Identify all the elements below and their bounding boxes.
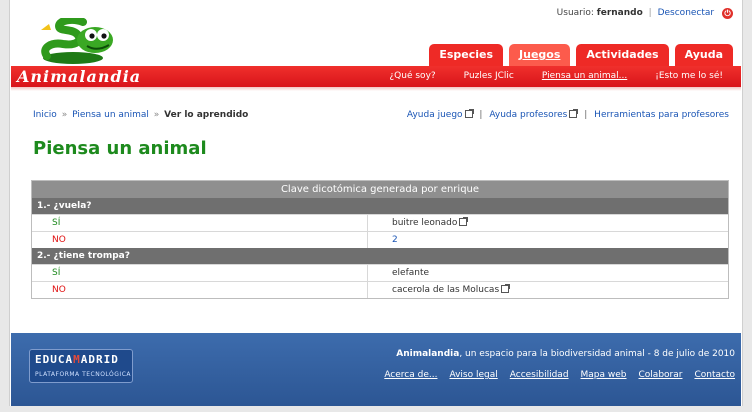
footer-links: Acerca de... Aviso legal Accesibilidad M…	[384, 370, 735, 380]
external-link-icon	[464, 109, 474, 118]
table-row: SÍ elefante	[32, 264, 728, 281]
teacher-tools-link[interactable]: Herramientas para profesores	[594, 110, 729, 120]
result-animal-link[interactable]: buitre leonado	[392, 218, 457, 228]
question-row: 2.- ¿tiene trompa?	[32, 248, 728, 264]
separator: |	[584, 110, 588, 120]
result-animal-text: elefante	[392, 268, 430, 278]
breadcrumb: Inicio » Piensa un animal » Ver lo apren…	[33, 110, 248, 120]
external-link-icon	[459, 217, 469, 226]
question-row: 1.- ¿vuela?	[32, 198, 728, 214]
footer-link-collaborate[interactable]: Colaborar	[639, 370, 683, 380]
table-row: SÍ buitre leonado	[32, 214, 728, 231]
result-cell: buitre leonado	[368, 215, 469, 231]
table-caption: Clave dicotómica generada por enrique	[32, 181, 728, 198]
footer-link-sitemap[interactable]: Mapa web	[581, 370, 627, 380]
user-status: Usuario: fernando | Desconectar ⏻	[557, 8, 733, 19]
breadcrumb-section[interactable]: Piensa un animal	[72, 110, 149, 120]
snake-logo[interactable]	[37, 18, 121, 66]
tab-juegos[interactable]: Juegos	[509, 44, 571, 66]
footer-link-legal[interactable]: Aviso legal	[449, 370, 497, 380]
subnav-esto-me-lo-se[interactable]: ¡Esto me lo sé!	[641, 66, 737, 87]
footer-link-contact[interactable]: Contacto	[694, 370, 735, 380]
tab-actividades[interactable]: Actividades	[576, 44, 669, 66]
username: fernando	[596, 8, 643, 18]
help-links: Ayuda juego | Ayuda profesores | Herrami…	[407, 109, 729, 120]
breadcrumb-current: Ver lo aprendido	[164, 110, 249, 120]
site-header: Usuario: fernando | Desconectar ⏻ Especi…	[11, 0, 741, 91]
external-link-icon	[501, 284, 511, 293]
footer-tagline: Animalandia, un espacio para la biodiver…	[396, 349, 735, 359]
main-tabs: Especies Juegos Actividades Ayuda	[429, 44, 733, 66]
logo-subtitle: PLATAFORMA TECNOLÓGICA	[35, 371, 131, 378]
educamadrid-logo[interactable]: EDUCAMADRID PLATAFORMA TECNOLÓGICA	[29, 349, 133, 383]
table-row: NO cacerola de las Molucas	[32, 281, 728, 298]
answer-yes: SÍ	[32, 215, 368, 231]
window-right-margin	[742, 0, 752, 412]
help-teachers-link[interactable]: Ayuda profesores	[489, 110, 567, 120]
user-label: Usuario:	[556, 8, 594, 18]
brand-bar: Animalandia ¿Qué soy? Puzles JClic Piens…	[11, 66, 741, 87]
footer-link-about[interactable]: Acerca de...	[384, 370, 437, 380]
logo-wordmark: EDUCAMADRID	[35, 353, 119, 366]
answer-no: NO	[32, 232, 368, 248]
help-game-link[interactable]: Ayuda juego	[407, 110, 463, 120]
window-bottom-margin	[0, 406, 752, 412]
answer-no: NO	[32, 282, 368, 298]
tab-especies[interactable]: Especies	[429, 44, 504, 66]
logout-link[interactable]: Desconectar	[658, 8, 715, 18]
window-left-margin	[0, 0, 10, 412]
footer-link-accessibility[interactable]: Accesibilidad	[510, 370, 569, 380]
result-goto-question-link[interactable]: 2	[368, 232, 398, 248]
subnav-que-soy[interactable]: ¿Qué soy?	[375, 66, 449, 87]
external-link-icon	[569, 109, 579, 118]
power-icon[interactable]: ⏻	[722, 8, 733, 19]
breadcrumb-home[interactable]: Inicio	[33, 110, 57, 120]
subnav-puzles-jclic[interactable]: Puzles JClic	[450, 66, 528, 87]
site-footer: EDUCAMADRID PLATAFORMA TECNOLÓGICA Anima…	[11, 333, 741, 406]
result-animal-link[interactable]: cacerola de las Molucas	[392, 285, 499, 295]
sub-navigation: ¿Qué soy? Puzles JClic Piensa un animal.…	[375, 66, 737, 87]
breadcrumb-separator: »	[61, 110, 68, 120]
result-cell: cacerola de las Molucas	[368, 282, 511, 298]
breadcrumb-separator: »	[153, 110, 160, 120]
table-row: NO 2	[32, 231, 728, 248]
dichotomous-key-table: Clave dicotómica generada por enrique 1.…	[31, 180, 729, 299]
answer-yes: SÍ	[32, 265, 368, 281]
header-shadow	[11, 87, 741, 91]
brand-name[interactable]: Animalandia	[17, 67, 141, 86]
separator: |	[479, 110, 483, 120]
page: Usuario: fernando | Desconectar ⏻ Especi…	[11, 0, 741, 406]
subnav-piensa-un-animal[interactable]: Piensa un animal...	[528, 66, 641, 87]
tab-ayuda[interactable]: Ayuda	[674, 44, 733, 66]
separator: |	[648, 8, 652, 18]
page-title: Piensa un animal	[33, 138, 207, 159]
